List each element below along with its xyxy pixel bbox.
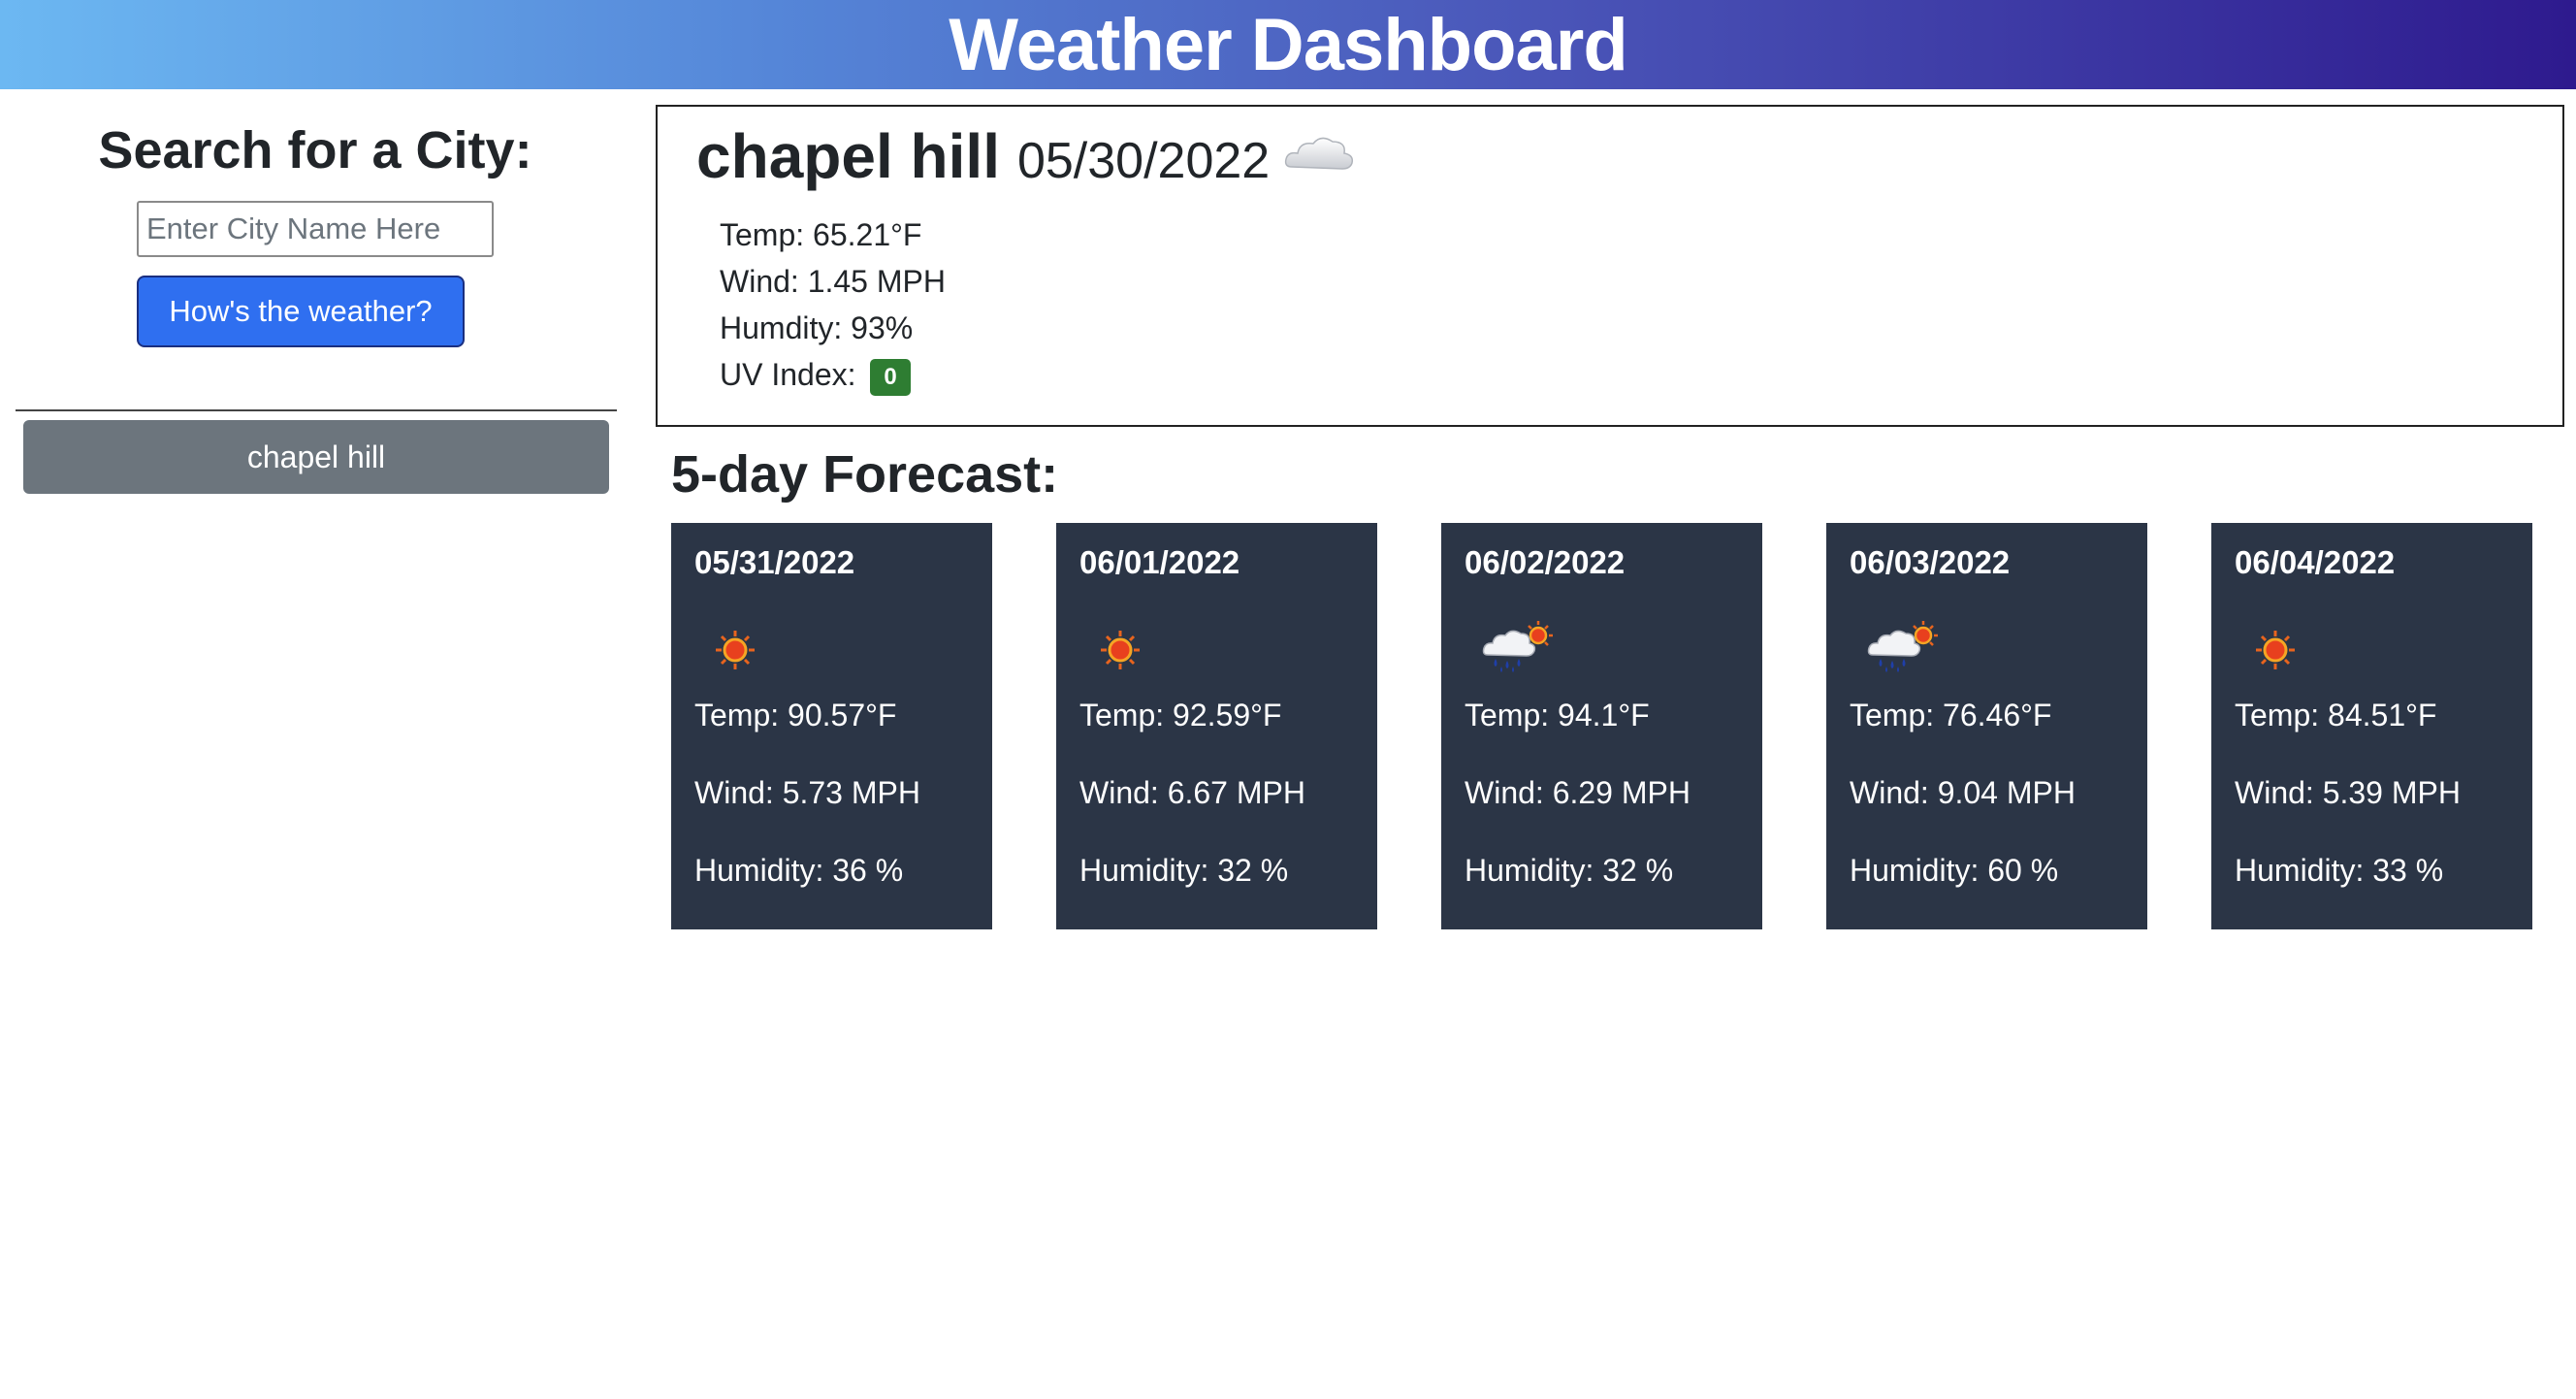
forecast-wind: Wind: 5.73 MPH bbox=[694, 775, 920, 810]
forecast-wind: Wind: 9.04 MPH bbox=[1850, 775, 2076, 810]
forecast-wind: Wind: 6.67 MPH bbox=[1079, 775, 1305, 810]
forecast-title: 5-day Forecast: bbox=[671, 445, 1059, 504]
current-weather-stats: Temp: 65.21°F Wind: 1.45 MPH Humdity: 93… bbox=[720, 211, 946, 398]
sidebar-divider bbox=[16, 409, 617, 411]
forecast-temp: Temp: 90.57°F bbox=[694, 698, 897, 732]
forecast-wind: Wind: 5.39 MPH bbox=[2235, 775, 2461, 810]
forecast-card: 06/03/2022 Temp: 76.46°F Wind: 9.04 MPH … bbox=[1826, 523, 2147, 929]
forecast-temp: Temp: 92.59°F bbox=[1079, 698, 1282, 732]
page-title: Weather Dashboard bbox=[949, 3, 1628, 86]
sun-rain-cloud-icon bbox=[1482, 621, 1553, 672]
sun-icon bbox=[2256, 631, 2295, 669]
forecast-card: 06/04/2022 Temp: 84.51°F Wind: 5.39 MPH … bbox=[2211, 523, 2532, 929]
search-title: Search for a City: bbox=[98, 121, 532, 179]
forecast-temp: Temp: 94.1°F bbox=[1465, 698, 1650, 732]
current-weather-heading: chapel hill 05/30/2022 bbox=[696, 120, 1270, 192]
forecast-humidity: Humidity: 32 % bbox=[1079, 853, 1289, 888]
forecast-date: 06/02/2022 bbox=[1465, 544, 1626, 580]
forecast-humidity: Humidity: 36 % bbox=[694, 853, 904, 888]
forecast-card: 06/01/2022 Temp: 92.59°F Wind: 6.67 MPH … bbox=[1056, 523, 1377, 929]
current-weather-panel: chapel hill 05/30/2022 Temp: 65.21°F Win… bbox=[656, 105, 2564, 427]
sun-rain-cloud-icon bbox=[1867, 621, 1938, 672]
forecast-temp: Temp: 76.46°F bbox=[1850, 698, 2052, 732]
city-search-input[interactable] bbox=[137, 201, 494, 257]
history-city-button[interactable]: chapel hill bbox=[23, 420, 609, 494]
sun-icon bbox=[1101, 631, 1140, 669]
forecast-temp: Temp: 84.51°F bbox=[2235, 698, 2437, 732]
forecast-date: 06/01/2022 bbox=[1079, 544, 1240, 580]
sun-icon bbox=[716, 631, 755, 669]
forecast-card: 06/02/2022 Temp: 94.1°F Wind: 6.29 MPH H… bbox=[1441, 523, 1762, 929]
uv-label: UV Index: bbox=[720, 357, 856, 392]
current-date: 05/30/2022 bbox=[1016, 133, 1271, 189]
current-wind: Wind: 1.45 MPH bbox=[720, 264, 946, 299]
forecast-humidity: Humidity: 33 % bbox=[2235, 853, 2444, 888]
page-header: Weather Dashboard bbox=[0, 0, 2576, 89]
forecast-date: 05/31/2022 bbox=[694, 544, 855, 580]
current-uv-row: UV Index: 0 bbox=[720, 351, 946, 398]
current-temp: Temp: 65.21°F bbox=[720, 217, 922, 252]
forecast-date: 06/04/2022 bbox=[2235, 544, 2396, 580]
forecast-date: 06/03/2022 bbox=[1850, 544, 2011, 580]
current-humidity: Humdity: 93% bbox=[720, 310, 914, 345]
forecast-wind: Wind: 6.29 MPH bbox=[1465, 775, 1690, 810]
forecast-card: 05/31/2022 Temp: 90.57°F Wind: 5.73 MPH … bbox=[671, 523, 992, 929]
current-city-name: chapel hill bbox=[696, 121, 1000, 191]
uv-index-badge: 0 bbox=[870, 358, 911, 396]
forecast-humidity: Humidity: 32 % bbox=[1465, 853, 1674, 888]
search-button[interactable]: How's the weather? bbox=[137, 276, 465, 347]
forecast-humidity: Humidity: 60 % bbox=[1850, 853, 2059, 888]
cloud-icon bbox=[1284, 137, 1354, 170]
